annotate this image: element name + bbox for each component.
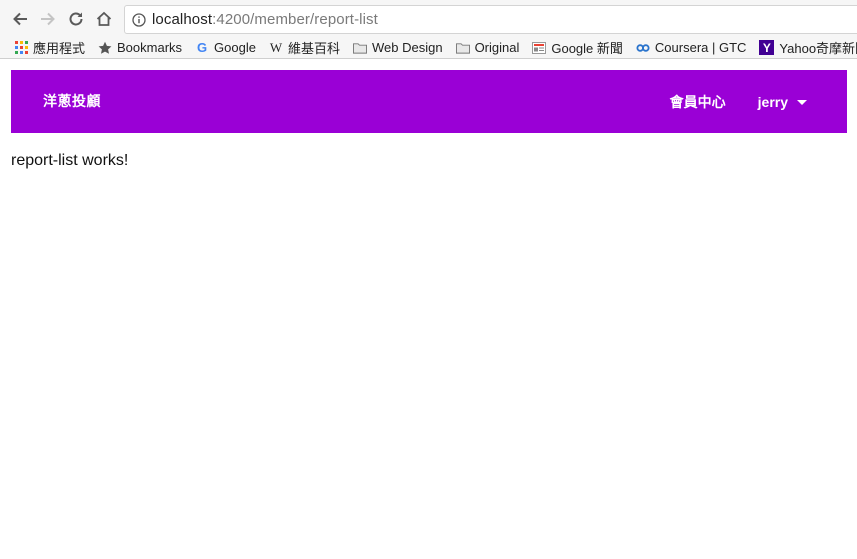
bookmark-label: Original: [474, 40, 520, 55]
reload-button[interactable]: [65, 8, 87, 30]
star-icon: [98, 41, 112, 55]
url-host: localhost: [152, 11, 213, 28]
bookmarks-bar: 應用程式 Bookmarks G Google W 維基百科 Web Desig…: [0, 37, 857, 59]
bookmark-web-design[interactable]: Web Design: [352, 40, 443, 55]
bookmark-bookmarks[interactable]: Bookmarks: [98, 40, 182, 55]
brand-link[interactable]: 洋蔥投顧: [43, 70, 101, 133]
bookmark-yahoo[interactable]: Y Yahoo奇摩新聞: [759, 38, 857, 57]
reload-icon: [69, 12, 83, 26]
app-navbar: 洋蔥投顧 會員中心 jerry: [11, 70, 847, 133]
bookmark-label: Web Design: [371, 40, 443, 55]
caret-down-icon: [797, 100, 807, 105]
news-icon: [532, 41, 547, 55]
page-viewport: 洋蔥投顧 會員中心 jerry report-list works!: [0, 60, 857, 559]
coursera-icon: [636, 41, 650, 55]
bookmark-label: 維基百科: [287, 41, 340, 56]
wikipedia-w-icon: W: [269, 39, 283, 55]
bookmark-label: Yahoo奇摩新聞: [779, 41, 857, 56]
bookmark-label: Bookmarks: [117, 40, 183, 55]
apps-grid-icon: [14, 41, 28, 55]
bookmark-apps[interactable]: 應用程式: [14, 38, 85, 57]
user-dropdown[interactable]: jerry: [758, 94, 807, 110]
folder-icon: [455, 41, 470, 55]
bookmark-label: Google 新聞: [551, 41, 623, 56]
google-g-icon: G: [196, 40, 208, 55]
report-list-message: report-list works!: [11, 152, 129, 169]
bookmark-label: 應用程式: [33, 41, 86, 56]
bookmark-coursera[interactable]: Coursera | GTC: [636, 40, 747, 55]
forward-arrow-icon: [41, 12, 55, 26]
info-icon[interactable]: [132, 12, 146, 27]
yahoo-y-icon: Y: [759, 40, 775, 55]
member-center-link[interactable]: 會員中心: [670, 92, 726, 112]
address-bar[interactable]: localhost:4200/member/report-list: [124, 5, 857, 34]
bookmark-label: Google: [214, 40, 256, 55]
forward-button[interactable]: [37, 8, 59, 30]
bookmark-wikipedia[interactable]: W 維基百科: [269, 38, 340, 57]
home-button[interactable]: [93, 8, 115, 30]
folder-icon: [352, 41, 367, 55]
home-icon: [96, 11, 112, 26]
url-path: :4200/member/report-list: [212, 11, 378, 28]
browser-toolbar: localhost:4200/member/report-list: [0, 0, 857, 37]
bookmark-label: Coursera | GTC: [654, 40, 747, 55]
back-arrow-icon: [13, 12, 27, 26]
navbar-right: 會員中心 jerry: [670, 70, 807, 133]
url-text: localhost:4200/member/report-list: [152, 11, 378, 28]
bookmark-google-news[interactable]: Google 新聞: [532, 38, 623, 57]
user-name: jerry: [757, 93, 788, 110]
bookmark-original[interactable]: Original: [455, 40, 520, 55]
bookmark-google[interactable]: G Google: [195, 40, 256, 55]
back-button[interactable]: [9, 8, 31, 30]
